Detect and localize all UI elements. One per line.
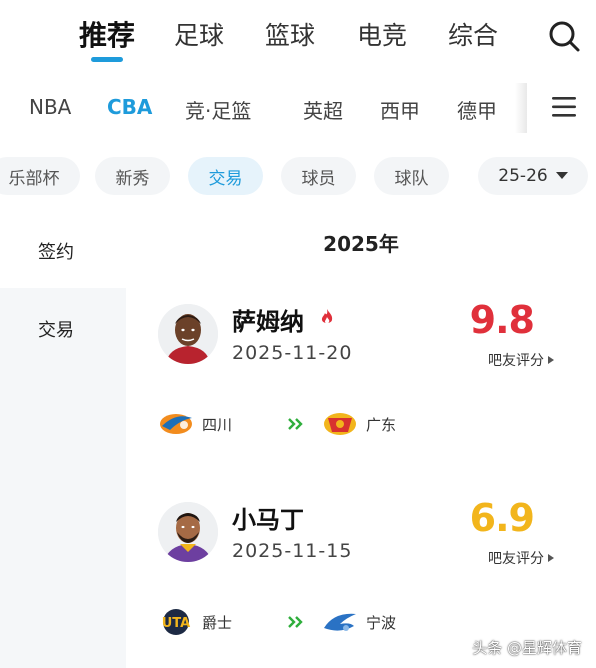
filter-chip-bar: 乐部杯 新秀 交易 球员 球队 25-26 [0, 150, 596, 204]
active-tab-indicator [91, 57, 123, 62]
to-team-name: 广东 [366, 416, 397, 434]
double-chevron-right-icon [288, 616, 303, 628]
player-name: 萨姆纳 [232, 308, 304, 336]
season-select-value: 25-26 [498, 166, 548, 186]
league-premier[interactable]: 英超 [303, 95, 343, 124]
side-item-signing[interactable]: 签约 [0, 238, 112, 264]
triangle-right-icon [548, 356, 554, 364]
player-avatar [158, 502, 218, 562]
menu-icon[interactable] [552, 96, 576, 118]
league-nba[interactable]: NBA [29, 95, 71, 119]
fire-icon [321, 309, 333, 324]
league-scroll-fade [515, 83, 527, 133]
chip-club-cup[interactable]: 乐部杯 [0, 157, 80, 195]
rating-score: 9.8 [469, 298, 535, 342]
league-bar: NBA CBA 竞·足篮 英超 西甲 德甲 [0, 75, 596, 145]
season-select[interactable]: 25-26 [478, 157, 588, 195]
svg-text:UTA: UTA [162, 616, 190, 631]
tab-esports[interactable]: 电竞 [357, 16, 407, 52]
team-transfer-row: 四川 广东 [158, 410, 558, 440]
from-team-name: 四川 [202, 416, 233, 434]
rating-link-label: 吧友评分 [488, 353, 544, 369]
from-team-name: 爵士 [202, 614, 233, 632]
chip-players[interactable]: 球员 [281, 157, 356, 195]
year-header: 2025年 [323, 232, 399, 256]
chip-rookie[interactable]: 新秀 [95, 157, 170, 195]
side-nav: 签约 交易 [0, 212, 126, 668]
team-logo-sichuan [160, 414, 192, 434]
chip-teams[interactable]: 球队 [374, 157, 449, 195]
tab-basketball[interactable]: 篮球 [265, 16, 315, 52]
top-tab-bar: 推荐 足球 篮球 电竞 综合 [0, 0, 596, 75]
side-item-trade[interactable]: 交易 [0, 316, 112, 342]
tab-general[interactable]: 综合 [448, 16, 498, 52]
tab-recommend[interactable]: 推荐 [79, 14, 135, 54]
watermark-text: 头条 @星辉体育 [472, 639, 582, 657]
rating-link-label: 吧友评分 [488, 551, 544, 567]
transfer-date: 2025-11-15 [232, 540, 353, 562]
triangle-right-icon [548, 554, 554, 562]
chip-scroll-fade [455, 150, 475, 200]
player-avatar [158, 304, 218, 364]
league-cba[interactable]: CBA [107, 95, 152, 119]
double-chevron-right-icon [288, 418, 303, 430]
league-jingzu[interactable]: 竞·足篮 [185, 95, 251, 124]
side-nav-bg [0, 288, 126, 668]
team-logo-ningbo [324, 613, 356, 631]
league-bundesliga[interactable]: 德甲 [457, 95, 497, 124]
transfer-date: 2025-11-20 [232, 342, 353, 364]
team-transfer-row: UTA 爵士 宁波 [158, 608, 558, 638]
rating-score: 6.9 [469, 496, 535, 540]
transfer-card[interactable]: 萨姆纳 2025-11-20 9.8 吧友评分 四川 广东 [126, 290, 596, 480]
chip-trade[interactable]: 交易 [188, 157, 263, 195]
rating-link[interactable]: 吧友评分 [488, 548, 554, 568]
caret-down-icon [555, 172, 568, 179]
team-logo-jazz: UTA [162, 609, 190, 635]
team-logo-guangdong [324, 413, 356, 435]
tab-football[interactable]: 足球 [174, 16, 224, 52]
search-icon[interactable] [546, 18, 582, 54]
league-laliga[interactable]: 西甲 [380, 95, 420, 124]
to-team-name: 宁波 [366, 614, 397, 632]
rating-link[interactable]: 吧友评分 [488, 350, 554, 370]
player-name: 小马丁 [232, 506, 304, 534]
